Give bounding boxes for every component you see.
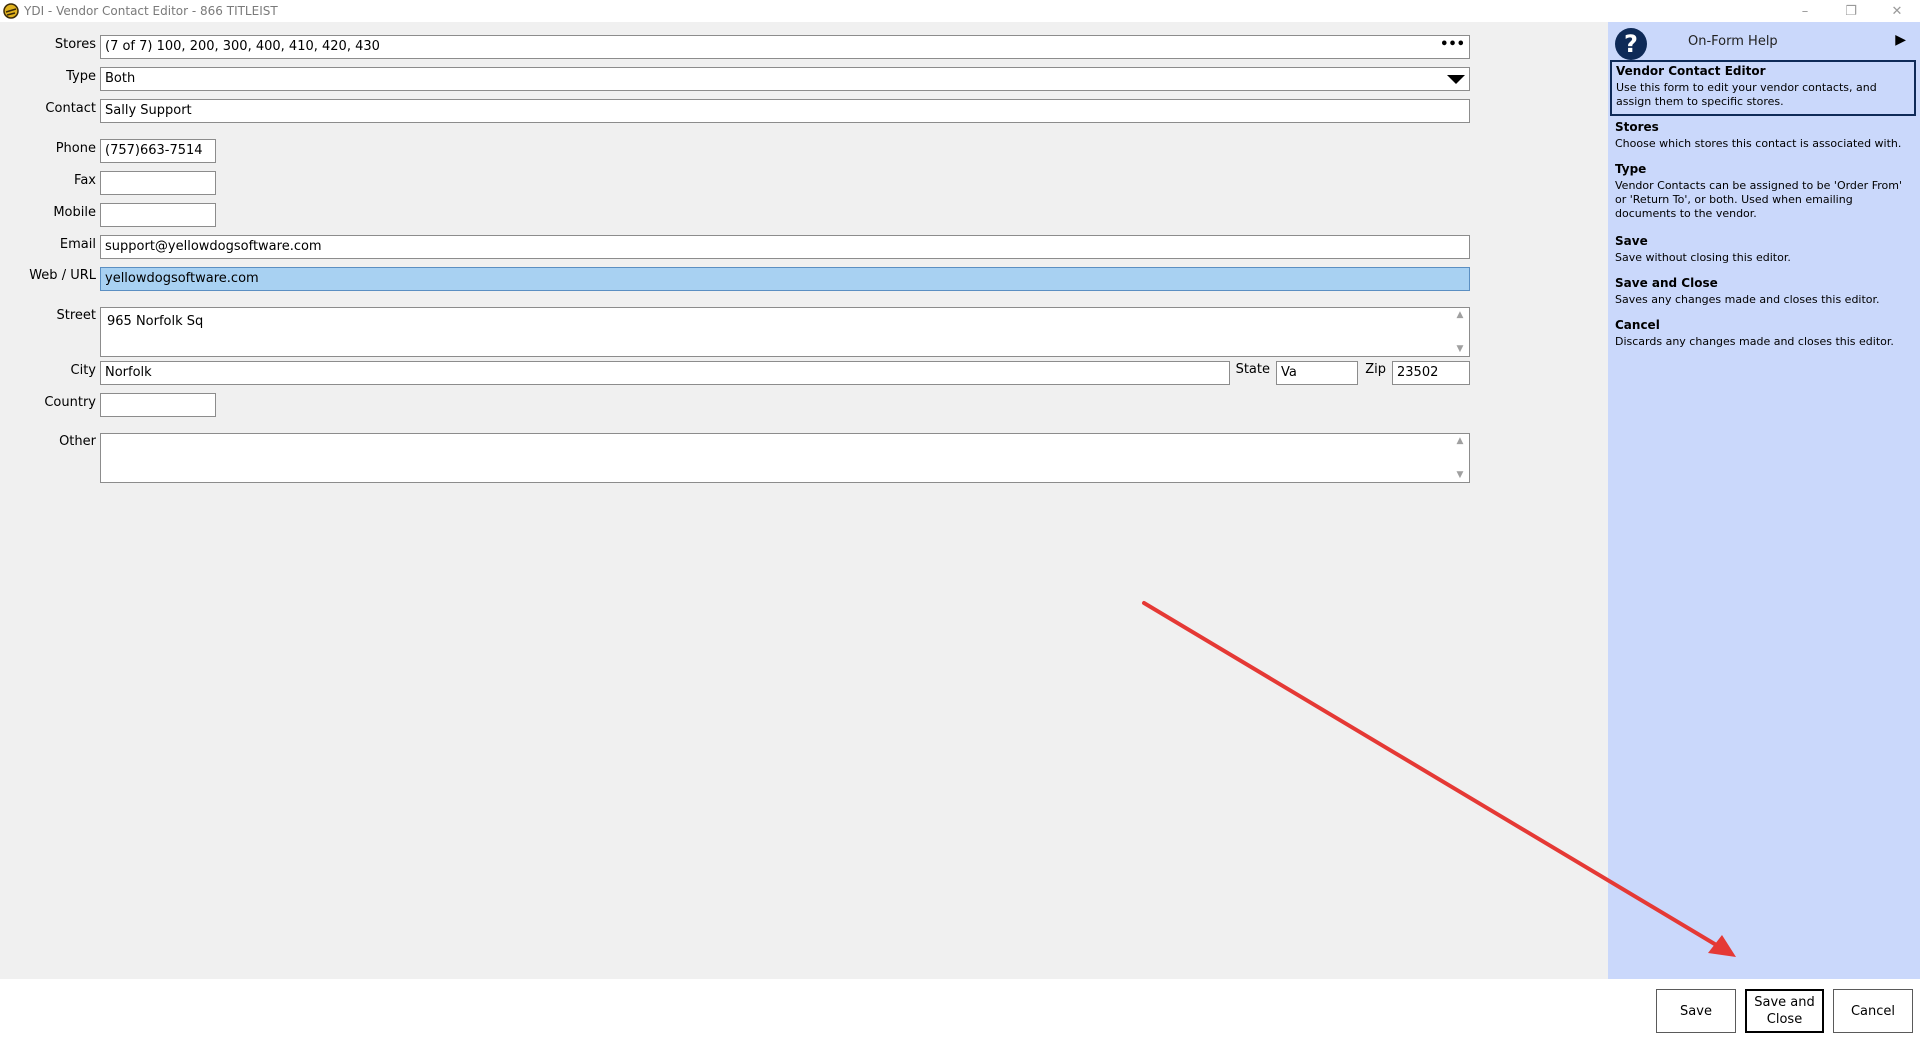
- contact-label: Contact: [45, 101, 96, 116]
- help-section-stores: Stores Choose which stores this contact …: [1615, 120, 1915, 151]
- type-label: Type: [66, 69, 96, 84]
- save-button[interactable]: Save: [1656, 989, 1736, 1033]
- help-intro-heading: Vendor Contact Editor: [1616, 64, 1766, 78]
- help-intro-body: Use this form to edit your vendor contac…: [1616, 81, 1877, 108]
- scroll-up-icon[interactable]: ▲: [1457, 436, 1464, 446]
- fax-field[interactable]: [100, 171, 216, 195]
- type-value: Both: [105, 71, 136, 86]
- scroll-up-icon[interactable]: ▲: [1457, 310, 1464, 320]
- city-field[interactable]: Norfolk: [100, 361, 1230, 385]
- other-scrollbar[interactable]: ▲ ▼: [1453, 436, 1467, 480]
- zip-field[interactable]: 23502: [1392, 361, 1470, 385]
- help-section-cancel: Cancel Discards any changes made and clo…: [1615, 318, 1915, 349]
- help-section-body: Saves any changes made and closes this e…: [1615, 293, 1880, 306]
- restore-button[interactable]: ❐: [1828, 0, 1874, 22]
- mobile-field[interactable]: [100, 203, 216, 227]
- street-textarea[interactable]: 965 Norfolk Sq ▲ ▼: [100, 307, 1470, 357]
- email-label: Email: [59, 237, 96, 252]
- city-label: City: [70, 363, 96, 378]
- help-section-heading: Save: [1615, 234, 1648, 248]
- help-header: ? On-Form Help ▶: [1608, 22, 1920, 60]
- minimize-button[interactable]: –: [1782, 0, 1828, 22]
- help-question-icon: ?: [1615, 28, 1647, 60]
- mobile-label: Mobile: [53, 205, 96, 220]
- contact-field[interactable]: Sally Support: [100, 99, 1470, 123]
- phone-label: Phone: [55, 141, 96, 156]
- on-form-help-panel: ? On-Form Help ▶ Vendor Contact Editor U…: [1608, 22, 1920, 979]
- stores-picker-button[interactable]: •••: [1440, 37, 1465, 52]
- window-title: YDI - Vendor Contact Editor - 866 TITLEI…: [24, 4, 278, 18]
- help-title: On-Form Help: [1688, 34, 1778, 49]
- phone-field[interactable]: (757)663-7514: [100, 139, 216, 163]
- collapse-arrow-icon[interactable]: ▶: [1895, 32, 1906, 48]
- cancel-button[interactable]: Cancel: [1833, 989, 1913, 1033]
- save-and-close-label-line1: Save and: [1754, 995, 1815, 1010]
- state-label: State: [1235, 362, 1270, 377]
- help-section-heading: Stores: [1615, 120, 1659, 134]
- fax-label: Fax: [74, 173, 96, 188]
- type-dropdown[interactable]: Both: [100, 67, 1470, 91]
- help-section-heading: Save and Close: [1615, 276, 1718, 290]
- email-field[interactable]: support@yellowdogsoftware.com: [100, 235, 1470, 259]
- stores-field[interactable]: (7 of 7) 100, 200, 300, 400, 410, 420, 4…: [100, 35, 1470, 59]
- help-section-save-and-close: Save and Close Saves any changes made an…: [1615, 276, 1915, 307]
- street-label: Street: [56, 308, 96, 323]
- web-url-field[interactable]: yellowdogsoftware.com: [100, 267, 1470, 291]
- help-section-type: Type Vendor Contacts can be assigned to …: [1615, 162, 1915, 221]
- title-bar: YDI - Vendor Contact Editor - 866 TITLEI…: [0, 0, 1920, 22]
- help-section-heading: Cancel: [1615, 318, 1660, 332]
- app-logo-icon: [3, 3, 19, 19]
- save-and-close-button[interactable]: Save and Close: [1745, 989, 1824, 1033]
- street-value: 965 Norfolk Sq: [107, 314, 204, 329]
- help-section-body: Choose which stores this contact is asso…: [1615, 137, 1902, 150]
- button-bar: Save Save and Close Cancel: [0, 979, 1920, 1040]
- help-section-save: Save Save without closing this editor.: [1615, 234, 1915, 265]
- stores-label: Stores: [54, 37, 96, 52]
- country-field[interactable]: [100, 393, 216, 417]
- zip-label: Zip: [1365, 362, 1386, 377]
- scroll-down-icon[interactable]: ▼: [1457, 470, 1464, 480]
- form-area: Stores (7 of 7) 100, 200, 300, 400, 410,…: [0, 22, 1608, 979]
- help-intro-box: Vendor Contact Editor Use this form to e…: [1610, 60, 1916, 116]
- web-url-label: Web / URL: [29, 268, 96, 283]
- close-button[interactable]: ✕: [1874, 0, 1920, 22]
- scroll-down-icon[interactable]: ▼: [1457, 344, 1464, 354]
- other-textarea[interactable]: ▲ ▼: [100, 433, 1470, 483]
- country-label: Country: [44, 395, 96, 410]
- stores-value: (7 of 7) 100, 200, 300, 400, 410, 420, 4…: [105, 39, 380, 54]
- other-label: Other: [59, 434, 96, 449]
- save-and-close-label-line2: Close: [1766, 1012, 1803, 1027]
- help-section-body: Save without closing this editor.: [1615, 251, 1791, 264]
- help-section-body: Vendor Contacts can be assigned to be 'O…: [1615, 179, 1902, 220]
- help-section-heading: Type: [1615, 162, 1647, 176]
- chevron-down-icon[interactable]: [1447, 75, 1465, 84]
- street-scrollbar[interactable]: ▲ ▼: [1453, 310, 1467, 354]
- help-section-body: Discards any changes made and closes thi…: [1615, 335, 1894, 348]
